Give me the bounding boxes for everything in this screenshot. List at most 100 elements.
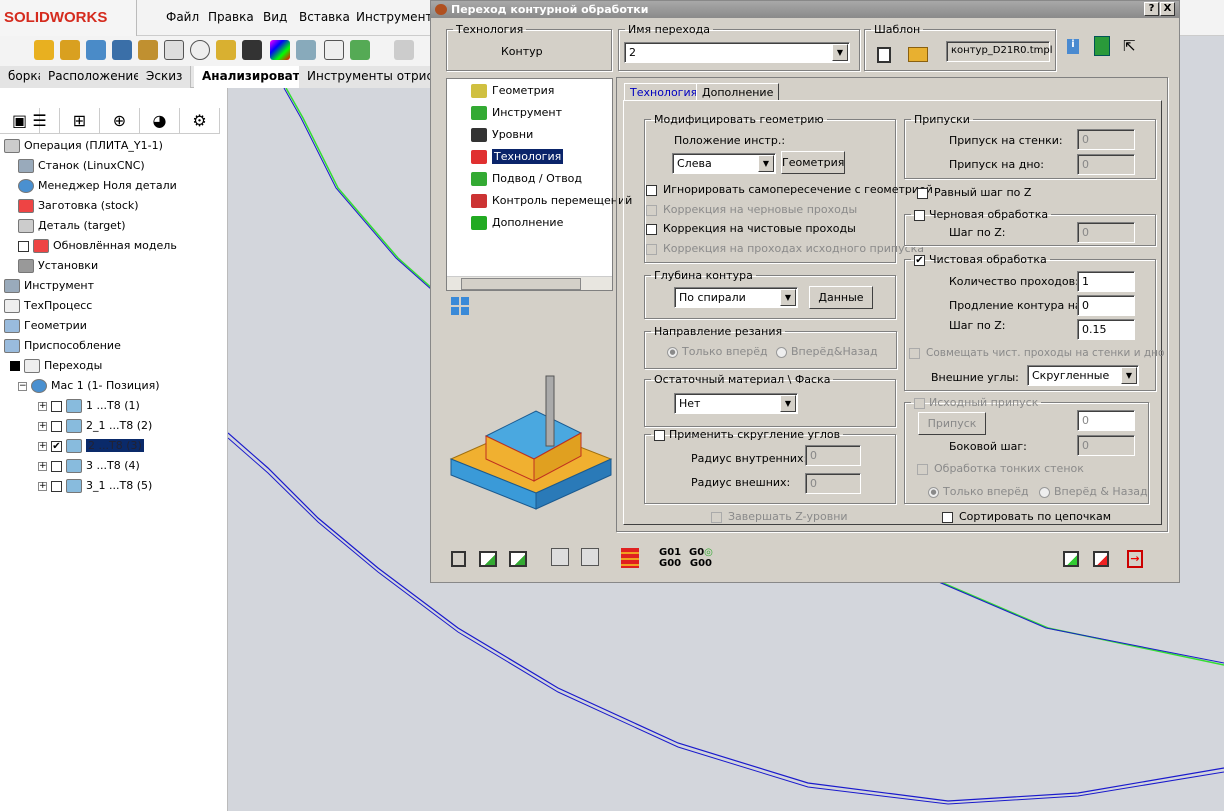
tree-item[interactable]: Заготовка (stock) <box>4 196 228 216</box>
assembly-visualization-icon[interactable] <box>216 40 236 60</box>
panel-tab-config-icon[interactable]: ⊞ <box>60 108 100 134</box>
tab-technology[interactable]: Технология <box>624 83 704 101</box>
menu-view[interactable]: Вид <box>263 10 287 24</box>
tree-checkbox[interactable]: ✔ <box>51 440 62 452</box>
tab-analyze[interactable]: Анализировать <box>194 66 317 88</box>
save-template-icon[interactable] <box>877 47 891 63</box>
check-icon[interactable] <box>242 40 262 60</box>
finish-checkbox[interactable]: ✔ Чистовая обработка <box>911 253 1050 266</box>
hole-align-icon[interactable] <box>86 40 106 60</box>
mass-properties-icon[interactable] <box>138 40 158 60</box>
tree-item[interactable]: ТехПроцесс <box>4 296 228 316</box>
expand-icon[interactable]: + <box>38 401 47 411</box>
nav-item-levels[interactable]: Уровни <box>471 125 533 145</box>
expand-icon[interactable]: + <box>38 461 47 471</box>
tree-item[interactable]: + ✔ 2 ...T8 (3) <box>4 436 228 456</box>
outer-corners-select[interactable]: Скругленные ▼ <box>1027 365 1139 386</box>
calculate-add-icon[interactable] <box>581 548 599 566</box>
forward-only-radio[interactable]: ● Только вперёд <box>667 345 768 358</box>
curvature-icon[interactable] <box>270 40 290 60</box>
tree-checkbox[interactable] <box>51 420 62 432</box>
menu-file[interactable]: Файл <box>166 10 199 24</box>
expand-icon[interactable]: + <box>38 421 47 431</box>
initial-stock-input[interactable]: 0 <box>1077 410 1135 431</box>
finish-z-levels-checkbox[interactable]: Завершать Z-уровни <box>711 510 848 523</box>
levels-icon[interactable] <box>621 548 639 568</box>
chevron-down-icon[interactable]: ▼ <box>780 395 796 412</box>
panel-tab-property-icon[interactable]: ☰ <box>20 108 60 134</box>
close-button[interactable]: X <box>1160 2 1175 16</box>
tree-item[interactable]: Геометрии <box>4 316 228 336</box>
corner-rounding-checkbox[interactable]: Применить скругление углов <box>651 428 843 441</box>
tree-checkbox[interactable] <box>18 240 29 252</box>
passes-input[interactable]: 1 <box>1077 271 1135 292</box>
tree-item[interactable]: Станок (LinuxCNC) <box>4 156 228 176</box>
chevron-down-icon[interactable]: ▼ <box>832 44 848 61</box>
pick-tool-icon[interactable]: ⇱ <box>1123 37 1147 57</box>
rough-step-input[interactable]: 0 <box>1077 222 1135 243</box>
compare-icon[interactable] <box>350 40 370 60</box>
g01-g00-button[interactable]: G01 G00 <box>659 547 681 569</box>
floor-allowance-input[interactable]: 0 <box>1077 154 1135 175</box>
section-properties-icon[interactable] <box>164 40 184 60</box>
rough-correction-checkbox[interactable]: Коррекция на черновые проходы <box>646 203 857 216</box>
depth-data-button[interactable]: Данные <box>809 286 873 309</box>
thin-walls-checkbox[interactable]: Обработка тонких стенок <box>917 462 1084 475</box>
tree-item[interactable]: Инструмент <box>4 276 228 296</box>
tree-item[interactable]: Приспособление <box>4 336 228 356</box>
tree-item[interactable]: +2_1 ...T8 (2) <box>4 416 228 436</box>
menu-edit[interactable]: Правка <box>208 10 254 24</box>
chevron-down-icon[interactable]: ▼ <box>1121 367 1137 384</box>
rest-material-select[interactable]: Нет ▼ <box>674 393 798 414</box>
sort-by-chains-checkbox[interactable]: Сортировать по цепочкам <box>942 510 1111 523</box>
nav-item-addition[interactable]: Дополнение <box>471 213 563 233</box>
tab-sketch[interactable]: Эскиз <box>138 66 192 88</box>
save-exit-icon[interactable] <box>1093 551 1109 567</box>
chevron-down-icon[interactable]: ▼ <box>758 155 774 172</box>
stock-correction-checkbox[interactable]: Коррекция на проходах исходного припуска <box>646 242 924 255</box>
forward-back-radio[interactable]: Вперёд&Назад <box>776 345 878 358</box>
g0-g00-button[interactable]: G0◎ G00 <box>689 547 713 569</box>
tool-library-icon[interactable] <box>1094 36 1110 56</box>
tree-item[interactable]: Переходы <box>4 356 228 376</box>
tree-item[interactable]: − Mac 1 (1- Позиция) <box>4 376 228 396</box>
panel-tab-appearance-icon[interactable]: ◕ <box>140 108 180 134</box>
chevron-down-icon[interactable]: ▼ <box>780 289 796 306</box>
save-as-icon[interactable] <box>479 551 497 567</box>
nav-item-approach[interactable]: Подвод / Отвод <box>471 169 582 189</box>
performance-icon[interactable] <box>190 40 210 60</box>
initial-stock-checkbox[interactable]: Исходный припуск <box>911 396 1041 409</box>
tree-item[interactable]: Менеджер Ноля детали <box>4 176 228 196</box>
save-all-icon[interactable] <box>509 551 527 567</box>
tree-item[interactable]: Деталь (target) <box>4 216 228 236</box>
menu-insert[interactable]: Вставка <box>299 10 350 24</box>
equal-z-step-checkbox[interactable]: Равный шаг по Z <box>917 186 1031 199</box>
finish-correction-checkbox[interactable]: Коррекция на чистовые проходы <box>646 222 856 235</box>
finish-step-input[interactable]: 0.15 <box>1077 319 1135 340</box>
side-step-input[interactable]: 0 <box>1077 435 1135 456</box>
geometry-button[interactable]: Геометрия <box>781 151 845 174</box>
allowance-button[interactable]: Припуск <box>918 412 986 435</box>
nav-item-geometry[interactable]: Геометрия <box>471 81 554 101</box>
info-icon[interactable]: i <box>1067 39 1079 54</box>
collapse-icon[interactable]: − <box>18 381 27 391</box>
wall-allowance-input[interactable]: 0 <box>1077 129 1135 150</box>
extend-input[interactable]: 0 <box>1077 295 1135 316</box>
clearance-icon[interactable] <box>60 40 80 60</box>
tab-addition[interactable]: Дополнение <box>696 83 780 101</box>
tree-item[interactable]: Операция (ПЛИТА_Y1-1) <box>4 136 228 156</box>
nav-item-technology[interactable]: Технология <box>471 147 564 167</box>
interference-icon[interactable] <box>34 40 54 60</box>
outer-radius-input[interactable]: 0 <box>805 473 861 494</box>
expand-icon[interactable]: + <box>38 441 47 451</box>
rough-checkbox[interactable]: Черновая обработка <box>911 208 1051 221</box>
depth-mode-select[interactable]: По спирали ▼ <box>674 287 798 308</box>
panel-tab-cam-icon[interactable]: ⚙ <box>180 108 220 134</box>
tree-item[interactable]: +1 ...T8 (1) <box>4 396 228 416</box>
tool-position-select[interactable]: Слева ▼ <box>672 153 776 174</box>
expand-icon[interactable]: + <box>38 481 47 491</box>
nav-item-motion-control[interactable]: Контроль перемещений <box>471 191 632 211</box>
tab-layout[interactable]: Расположение <box>40 66 150 88</box>
scrollbar-thumb[interactable] <box>461 278 581 290</box>
menu-tools[interactable]: Инструменты <box>356 10 442 24</box>
